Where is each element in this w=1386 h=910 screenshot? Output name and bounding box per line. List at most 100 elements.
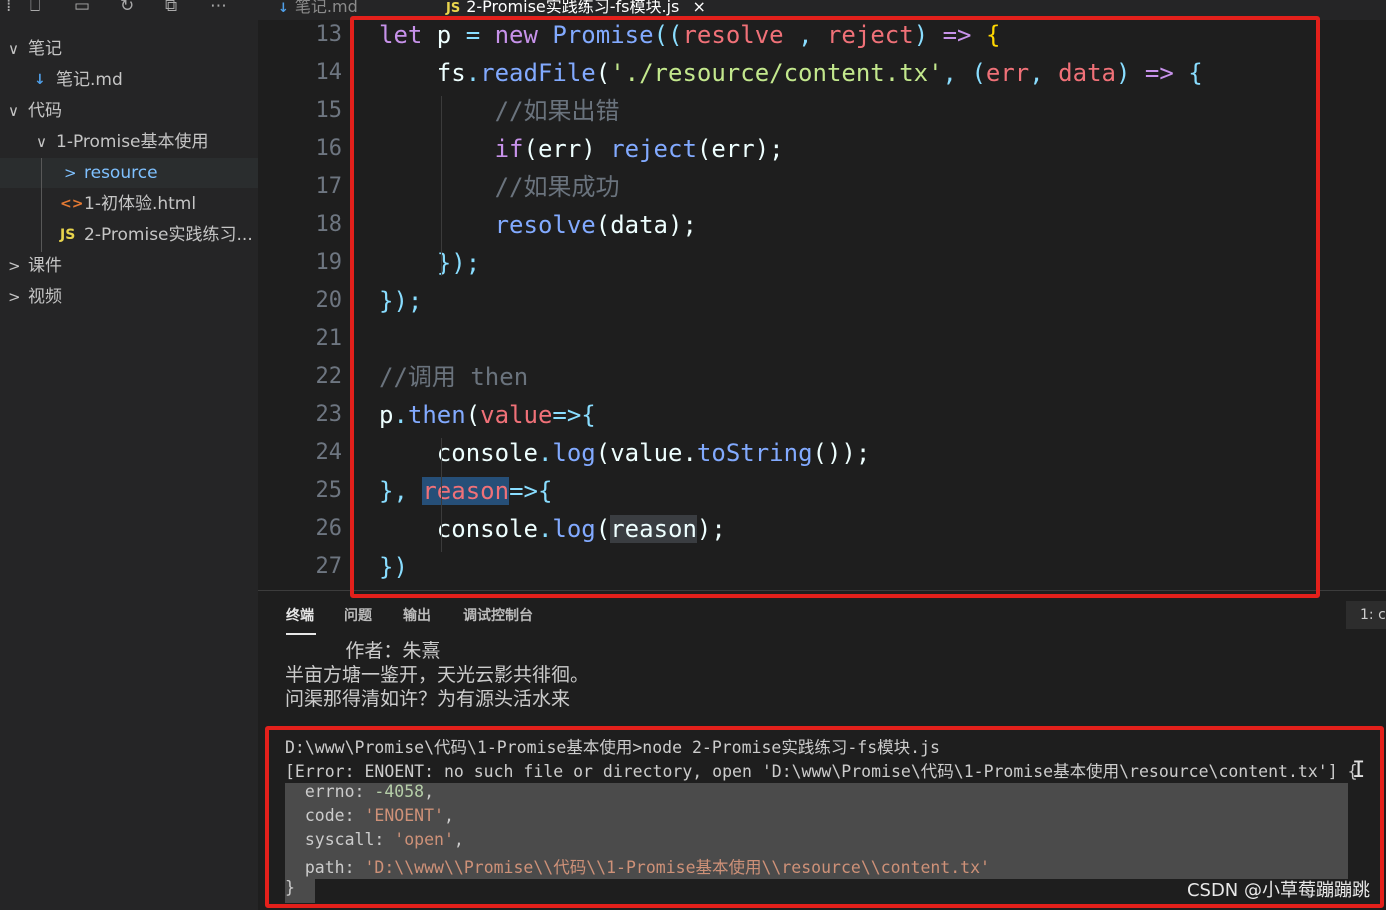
code-token: log — [552, 515, 596, 543]
new-file-icon[interactable]: ⎕ — [30, 0, 40, 16]
code-token: . — [393, 401, 408, 429]
code-line[interactable]: console.log(value.toString()); — [379, 434, 871, 472]
punct: , — [453, 830, 464, 849]
code-token: (err); — [696, 135, 784, 163]
tab-label: 笔记.md — [294, 0, 358, 16]
tree-label: 笔记 — [28, 39, 62, 59]
line-number: 15 — [315, 98, 343, 123]
refresh-icon[interactable]: ↻ — [120, 0, 134, 16]
code-line[interactable]: if(err) reject(err); — [379, 130, 784, 168]
code-token: ( — [465, 401, 481, 429]
tab-label: 2-Promise实践练习-fs模块.js — [466, 0, 680, 16]
tree-folder-resource[interactable]: > resource — [0, 158, 258, 188]
code-token: . — [537, 515, 553, 543]
errno-key: errno: — [285, 782, 375, 801]
tree-folder-notes[interactable]: ∨ 笔记 — [0, 34, 258, 64]
tree-folder-video[interactable]: > 视频 — [0, 282, 258, 312]
split-indicator-icon: ⁞ — [6, 0, 12, 16]
code-line[interactable]: //如果出错 — [379, 92, 620, 130]
chevron-right-icon: > — [8, 288, 21, 306]
terminal-errno-line: errno: -4058, — [285, 782, 434, 801]
code-token: p — [379, 401, 394, 429]
code-token: err — [985, 59, 1030, 87]
tree-folder-code[interactable]: ∨ 代码 — [0, 96, 258, 126]
tree-label: 视频 — [28, 287, 62, 307]
line-number: 21 — [315, 326, 343, 351]
code-token: console — [379, 515, 538, 543]
terminal-selector[interactable]: 1: c — [1346, 601, 1386, 629]
code-line[interactable]: let p = new Promise((resolve , reject) =… — [379, 20, 1000, 54]
tab-terminal[interactable]: 终端 — [286, 605, 314, 625]
collapse-all-icon[interactable]: ⧉ — [165, 0, 177, 16]
code-line[interactable]: }) — [379, 548, 408, 586]
chevron-down-icon: ∨ — [8, 102, 19, 120]
line-number: 27 — [315, 554, 343, 579]
code-token: ( — [595, 515, 611, 543]
tab-debug-console[interactable]: 调试控制台 — [463, 605, 533, 625]
code-token: }) — [379, 553, 408, 581]
code-token: => — [1144, 59, 1189, 87]
code-token: if — [494, 135, 524, 163]
code-line[interactable]: }); — [379, 244, 480, 282]
close-icon[interactable]: × — [692, 0, 705, 16]
code-token: then — [407, 401, 466, 429]
code-token: console — [379, 439, 538, 467]
code-token: reason — [610, 515, 697, 543]
code-line[interactable]: //调用 then — [379, 358, 528, 396]
code-line[interactable]: fs.readFile('./resource/content.tx', (er… — [379, 54, 1203, 92]
code-token: log — [552, 439, 596, 467]
code-line[interactable]: console.log(reason); — [379, 510, 726, 548]
tree-folder-courseware[interactable]: > 课件 — [0, 251, 258, 281]
indent-guide — [441, 438, 442, 552]
tree-folder-promise-basic[interactable]: ∨ 1-Promise基本使用 — [0, 127, 258, 157]
tab-promise-fs-js[interactable]: JS 2-Promise实践练习-fs模块.js × — [446, 0, 706, 20]
code-token: }); — [379, 287, 423, 315]
terminal-close-brace: } — [285, 878, 295, 897]
line-number: 19 — [315, 250, 343, 275]
code-token: './resource/content.tx' — [610, 59, 943, 87]
tree-label: 1-初体验.html — [84, 194, 197, 214]
html-file-icon: <> — [60, 196, 84, 212]
tree-file-notes-md[interactable]: ↓ 笔记.md — [0, 65, 258, 95]
code-token: ( — [595, 59, 611, 87]
code-token: (value. — [595, 439, 697, 467]
js-file-icon: JS — [60, 227, 76, 243]
chevron-right-icon: > — [64, 164, 77, 182]
tab-output[interactable]: 输出 — [403, 605, 431, 625]
indent-guide — [441, 96, 442, 276]
code-line[interactable]: //如果成功 — [379, 168, 620, 206]
errno-value: -4058 — [374, 782, 425, 801]
tree-label: 代码 — [28, 101, 62, 121]
terminal-command: D:\www\Promise\代码\1-Promise基本使用>node 2-P… — [285, 738, 940, 757]
punct: , — [424, 782, 435, 801]
line-number: 22 — [315, 364, 343, 389]
code-token: { — [1188, 59, 1203, 87]
code-token: new — [494, 21, 553, 49]
tree-label: 课件 — [28, 256, 62, 276]
line-number: 25 — [315, 478, 343, 503]
code-token: //如果出错 — [379, 97, 620, 125]
code-token: =>{ — [509, 477, 553, 505]
code-token: data — [1058, 59, 1116, 87]
tree-file-js[interactable]: JS 2-Promise实践练习... — [0, 220, 258, 250]
line-number: 18 — [315, 212, 343, 237]
tree-file-html[interactable]: <> 1-初体验.html — [0, 189, 258, 219]
code-token: //调用 then — [379, 363, 529, 391]
line-number: 14 — [315, 60, 343, 85]
punct: , — [443, 806, 454, 825]
tab-notes-md[interactable]: ↓ 笔记.md — [278, 0, 358, 20]
code-line[interactable]: }); — [379, 282, 422, 320]
code-token: , — [783, 21, 827, 49]
code-editor[interactable]: 13 14 15 16 17 18 19 20 21 22 23 24 25 26 27 let p = n… — [258, 20, 1386, 590]
tree-label: 2-Promise实践练习... — [84, 225, 253, 245]
code-line[interactable]: resolve(data); — [379, 206, 697, 244]
terminal-path-line: path: 'D:\\www\\Promise\\代码\\1-Promise基本… — [285, 854, 990, 878]
code-line[interactable]: }, reason=>{ — [379, 472, 552, 510]
code-token: readFile — [480, 59, 596, 87]
code-line[interactable]: p.then(value=>{ — [379, 396, 596, 434]
new-folder-icon[interactable]: ▭ — [74, 0, 90, 16]
line-number: 26 — [315, 516, 343, 541]
more-icon[interactable]: ⋯ — [210, 0, 227, 16]
tab-problems[interactable]: 问题 — [344, 605, 372, 625]
terminal-code-line: code: 'ENOENT', — [285, 806, 454, 825]
